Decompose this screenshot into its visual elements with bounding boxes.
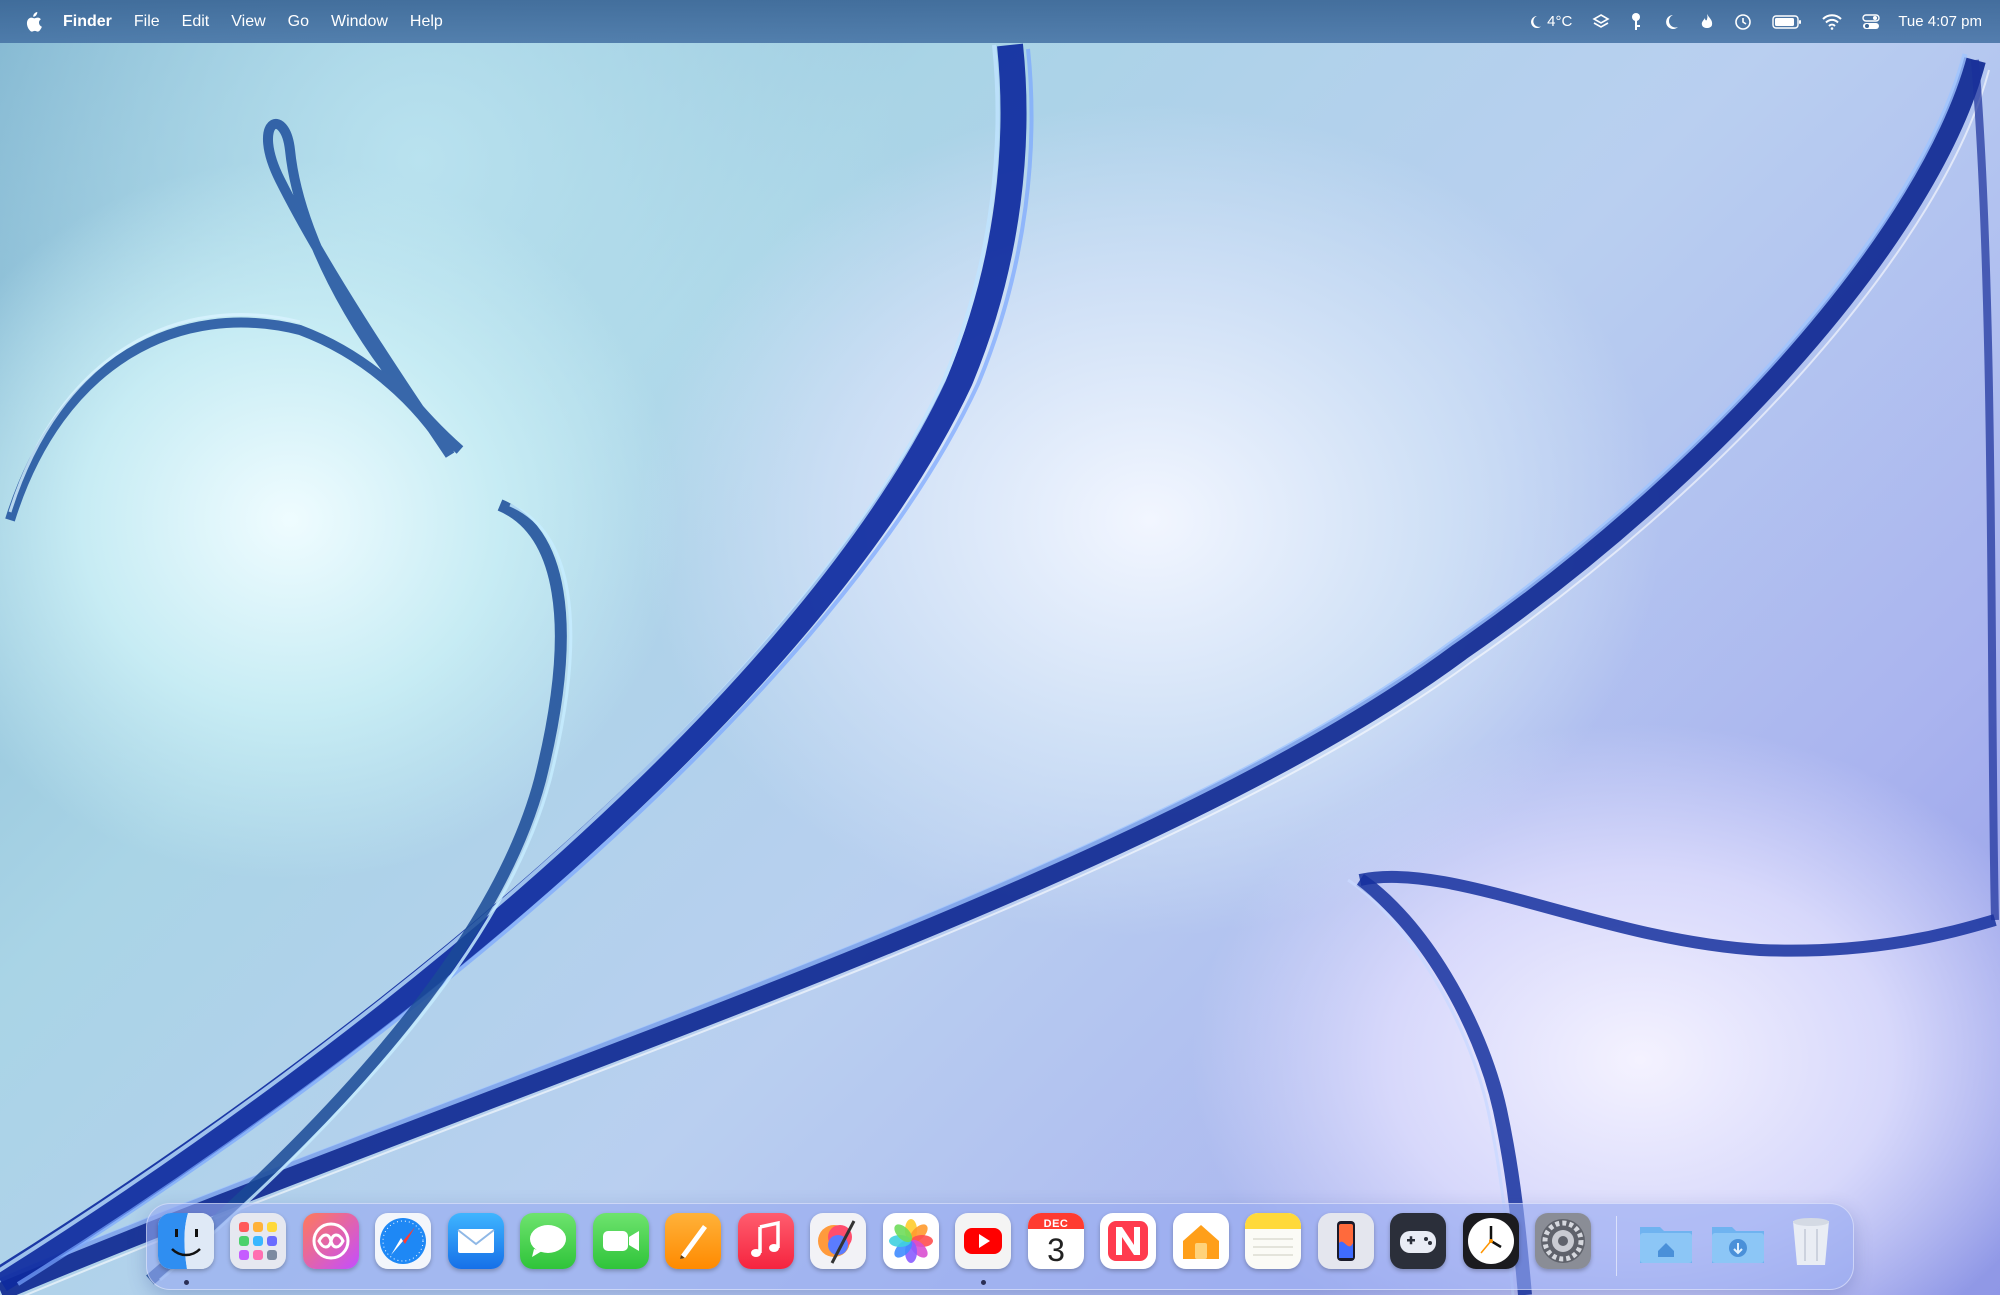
facetime-icon[interactable] — [593, 1213, 649, 1269]
photos-icon[interactable] — [883, 1213, 939, 1269]
layers-icon[interactable] — [1582, 0, 1620, 43]
finder-running-indicator — [184, 1280, 189, 1285]
app-menu-finder[interactable]: Finder — [52, 0, 123, 43]
flame-icon[interactable] — [1690, 0, 1724, 43]
clock-icon[interactable] — [1463, 1213, 1519, 1269]
menu-edit[interactable]: Edit — [171, 0, 221, 43]
wallpaper-curves — [0, 43, 1999, 1295]
downloads-folder-icon[interactable] — [1710, 1213, 1766, 1269]
control-center-icon[interactable] — [1852, 0, 1890, 43]
mail-icon[interactable] — [448, 1213, 504, 1269]
notes-icon[interactable] — [1245, 1213, 1301, 1269]
desktop-wallpaper — [0, 0, 2000, 1295]
safari-icon[interactable] — [375, 1213, 431, 1269]
focus-moon-icon[interactable] — [1652, 0, 1690, 43]
home-folder-icon[interactable] — [1638, 1213, 1694, 1269]
calendar-month: DEC — [1043, 1218, 1069, 1230]
calendar-day: 3 — [1047, 1232, 1065, 1268]
pages-icon[interactable] — [665, 1213, 721, 1269]
youtube-icon[interactable] — [955, 1213, 1011, 1269]
key-icon[interactable] — [1620, 0, 1652, 43]
dock-separator — [1616, 1216, 1617, 1276]
messages-icon[interactable] — [520, 1213, 576, 1269]
trash-icon[interactable] — [1783, 1213, 1839, 1269]
weather-temperature: 4°C — [1547, 13, 1573, 30]
menu-go[interactable]: Go — [277, 0, 320, 43]
weather-moon-icon — [1531, 15, 1542, 28]
settings-gear-icon[interactable] — [1535, 1213, 1591, 1269]
menu-bar: Finder File Edit View Go Window Help 4°C — [0, 0, 2000, 43]
wifi-icon[interactable] — [1812, 0, 1852, 43]
menu-help[interactable]: Help — [399, 0, 454, 43]
weather-widget[interactable]: 4°C — [1517, 0, 1582, 43]
menubar-clock[interactable]: Tue 4:07 pm — [1890, 13, 1982, 30]
battery-icon[interactable] — [1762, 0, 1812, 43]
infinity-icon[interactable] — [303, 1213, 359, 1269]
news-icon[interactable] — [1100, 1213, 1156, 1269]
time-machine-icon[interactable] — [1724, 0, 1762, 43]
menu-view[interactable]: View — [220, 0, 276, 43]
apple-menu-icon[interactable] — [20, 0, 52, 43]
iphone-mirroring-icon[interactable] — [1318, 1213, 1374, 1269]
finder-icon[interactable] — [158, 1213, 214, 1269]
menu-file[interactable]: File — [123, 0, 171, 43]
menu-window[interactable]: Window — [320, 0, 399, 43]
launchpad-icon[interactable] — [230, 1213, 286, 1269]
pixelmator-icon[interactable] — [810, 1213, 866, 1269]
home-icon[interactable] — [1173, 1213, 1229, 1269]
youtube-running-indicator — [981, 1280, 986, 1285]
music-icon[interactable] — [738, 1213, 794, 1269]
game-controller-icon[interactable] — [1390, 1213, 1446, 1269]
